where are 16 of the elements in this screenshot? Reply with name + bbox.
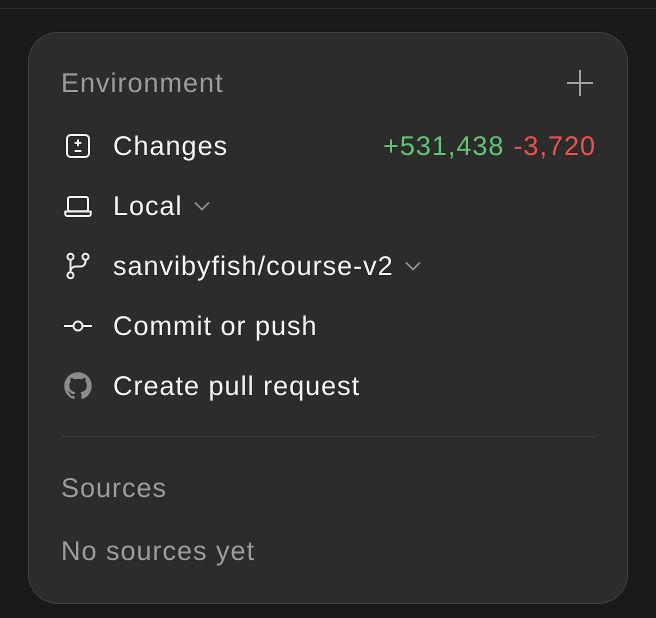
cat-logo-icon — [63, 371, 93, 401]
menu-item[interactable]: sanvibyfish/course-v2 — [61, 248, 421, 284]
section-heading: Sources — [61, 472, 168, 505]
menu-item[interactable]: Commit or push — [61, 308, 318, 344]
plus-minus-icon — [63, 131, 93, 161]
empty-state-text: No sources yet — [61, 535, 256, 568]
deletions-count: -3,720 — [513, 130, 596, 163]
menu-item[interactable]: Create pull request — [61, 368, 360, 404]
section-heading: Environment — [61, 67, 224, 100]
menu-item[interactable]: Local — [61, 188, 210, 224]
chevron-down-icon — [404, 261, 421, 271]
plus-icon — [567, 70, 593, 96]
add-button[interactable] — [567, 70, 593, 96]
chevron-down-icon — [194, 201, 210, 211]
additions-count: +531,438 — [383, 130, 504, 163]
menu-item[interactable]: Changes — [61, 128, 228, 164]
